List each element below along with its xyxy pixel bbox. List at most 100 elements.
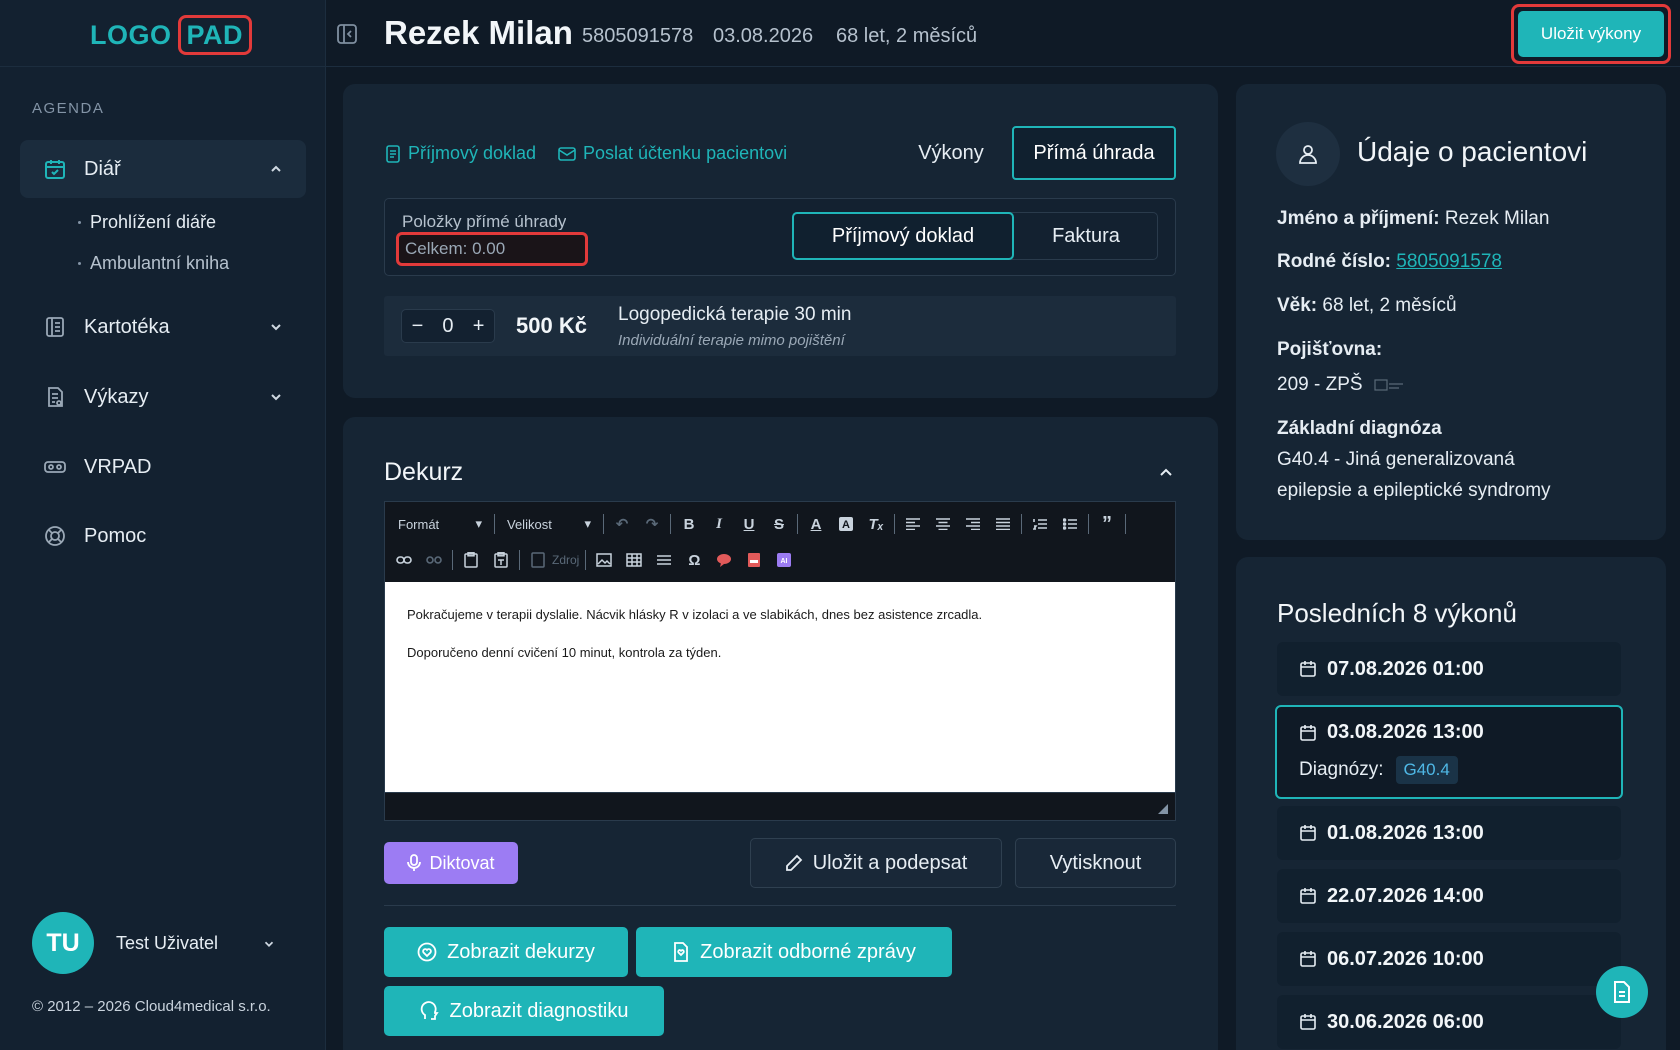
segment-invoice[interactable]: Faktura	[1014, 212, 1158, 260]
underline-icon[interactable]: U	[737, 512, 761, 536]
head-icon	[420, 1001, 439, 1020]
svg-text:A: A	[842, 519, 850, 531]
chevron-up-icon[interactable]	[1158, 465, 1174, 481]
table-icon[interactable]	[622, 548, 646, 572]
special-char-icon[interactable]: Ω	[682, 548, 706, 572]
print-button[interactable]: Vytisknout	[1015, 838, 1176, 888]
paste-icon[interactable]	[459, 548, 483, 572]
caret-down-icon: ▾	[584, 516, 591, 531]
horizontal-rule-icon[interactable]	[652, 548, 676, 572]
visit-diagnoses: Diagnózy: G40.4	[1299, 756, 1599, 784]
redo-icon[interactable]: ↷	[640, 512, 664, 536]
sidebar-subitem-prohlizeni[interactable]: Prohlížení diáře	[78, 212, 216, 233]
size-select[interactable]: Velikost ▾	[501, 516, 597, 532]
segment-receipt[interactable]: Příjmový doklad	[792, 212, 1014, 260]
sidebar-item-label: Pomoc	[84, 524, 147, 547]
link-icon[interactable]	[392, 548, 416, 572]
text-color-icon[interactable]: A	[804, 512, 828, 536]
save-and-sign-button[interactable]: Uložit a podepsat	[750, 838, 1002, 888]
patient-name-label: Jméno a příjmení:	[1277, 208, 1440, 229]
show-dekurz-label: Zobrazit dekurzy	[447, 940, 595, 963]
page-title: Rezek Milan	[384, 14, 573, 51]
align-justify-icon[interactable]	[991, 512, 1015, 536]
svg-text:AI: AI	[781, 558, 788, 565]
show-dekurz-button[interactable]: Zobrazit dekurzy	[384, 927, 628, 977]
toolbar-separator	[585, 550, 587, 570]
clear-format-icon[interactable]: Tₓ	[864, 512, 888, 536]
increment-button[interactable]: +	[473, 315, 485, 338]
dictate-button[interactable]: Diktovat	[384, 842, 518, 884]
source-icon[interactable]	[526, 548, 550, 572]
paste-text-icon[interactable]	[489, 548, 513, 572]
bullet	[78, 221, 81, 224]
diag-label-text: Základní diagnóza	[1277, 418, 1442, 439]
show-reports-button[interactable]: Zobrazit odborné zprávy	[636, 927, 952, 977]
book-icon	[42, 314, 68, 340]
pdf-icon[interactable]	[742, 548, 766, 572]
tab-direct-payment[interactable]: Přímá úhrada	[1012, 126, 1176, 180]
sidebar-item-kartoteka[interactable]: Kartotéka	[20, 298, 306, 356]
patient-rc-link[interactable]: 5805091578	[1396, 251, 1502, 272]
sidebar-item-vrpad[interactable]: VRPAD	[20, 438, 306, 496]
patient-age-label: Věk:	[1277, 295, 1318, 316]
format-select[interactable]: Formát ▾	[392, 516, 488, 532]
toolbar-separator	[452, 550, 453, 570]
avatar: TU	[32, 912, 94, 974]
last-visits-title: Posledních 8 výkonů	[1277, 598, 1517, 628]
visit-item[interactable]: 22.07.2026 14:00	[1277, 869, 1621, 923]
visit-item[interactable]: 07.08.2026 01:00	[1277, 642, 1621, 696]
diagnosis-badge[interactable]: G40.4	[1395, 756, 1458, 784]
logo[interactable]: LOGO PAD	[90, 14, 253, 56]
blockquote-icon[interactable]: ”	[1095, 512, 1119, 536]
patient-diag-value: G40.4 - Jiná generalizovaná	[1277, 449, 1515, 470]
quantity-stepper: − 0 +	[401, 309, 495, 343]
numbered-list-icon[interactable]	[1028, 512, 1052, 536]
receipt-link[interactable]: Příjmový doklad	[385, 143, 536, 164]
show-diagnostics-button[interactable]: Zobrazit diagnostiku	[384, 986, 664, 1036]
background-color-icon[interactable]: A	[834, 512, 858, 536]
sidebar-item-vykazy[interactable]: Výkazy	[20, 368, 306, 426]
sidebar-subitem-ambulantni[interactable]: Ambulantní kniha	[78, 253, 229, 274]
send-receipt-link[interactable]: Poslat účtenku pacientovi	[558, 143, 787, 164]
tab-services[interactable]: Výkony	[896, 126, 1006, 180]
source-label[interactable]: Zdroj	[552, 553, 579, 567]
undo-icon[interactable]: ↶	[610, 512, 634, 536]
visit-item[interactable]: 06.07.2026 10:00	[1277, 932, 1621, 986]
microphone-icon	[407, 854, 422, 871]
toolbar-separator	[519, 550, 520, 570]
visit-date: 30.06.2026 06:00	[1327, 1010, 1484, 1033]
bold-icon[interactable]: B	[677, 512, 701, 536]
ai-assistant-icon[interactable]: AI	[772, 548, 796, 572]
italic-icon[interactable]: I	[707, 512, 731, 536]
align-center-icon[interactable]	[931, 512, 955, 536]
comment-icon[interactable]	[712, 548, 736, 572]
heart-circle-icon	[417, 942, 437, 962]
dekurz-title: Dekurz	[384, 458, 464, 486]
visit-item-selected[interactable]: 03.08.2026 13:00 Diagnózy: G40.4	[1275, 705, 1623, 799]
chevron-down-icon[interactable]	[262, 937, 276, 951]
sidebar-item-diar[interactable]: Diář	[20, 140, 306, 198]
visit-item[interactable]: 01.08.2026 13:00	[1277, 806, 1621, 860]
sidebar-collapse-icon[interactable]	[336, 23, 358, 45]
save-services-button[interactable]: Uložit výkony	[1518, 11, 1664, 57]
bullet-list-icon[interactable]	[1058, 512, 1082, 536]
align-right-icon[interactable]	[961, 512, 985, 536]
sidebar-item-pomoc[interactable]: Pomoc	[20, 507, 306, 565]
toolbar-separator	[797, 514, 798, 534]
user-menu[interactable]: TU Test Uživatel	[32, 912, 218, 974]
align-left-icon[interactable]	[901, 512, 925, 536]
calendar-icon	[1300, 825, 1316, 841]
editor-content[interactable]: Pokračujeme v terapii dyslalie. Nácvik h…	[385, 582, 1175, 792]
document-icon	[1614, 981, 1630, 1003]
calendar-icon	[1300, 1014, 1316, 1030]
calendar-icon	[1300, 661, 1316, 677]
visit-item[interactable]: 30.06.2026 06:00	[1277, 995, 1621, 1049]
resize-handle-icon[interactable]	[1158, 804, 1168, 814]
visit-date: 03.08.2026	[713, 25, 814, 47]
decrement-button[interactable]: −	[412, 315, 424, 338]
notes-fab-button[interactable]	[1596, 966, 1648, 1018]
unlink-icon[interactable]	[422, 548, 446, 572]
image-icon[interactable]	[592, 548, 616, 572]
sidebar-divider	[0, 66, 326, 67]
strikethrough-icon[interactable]: S	[767, 512, 791, 536]
